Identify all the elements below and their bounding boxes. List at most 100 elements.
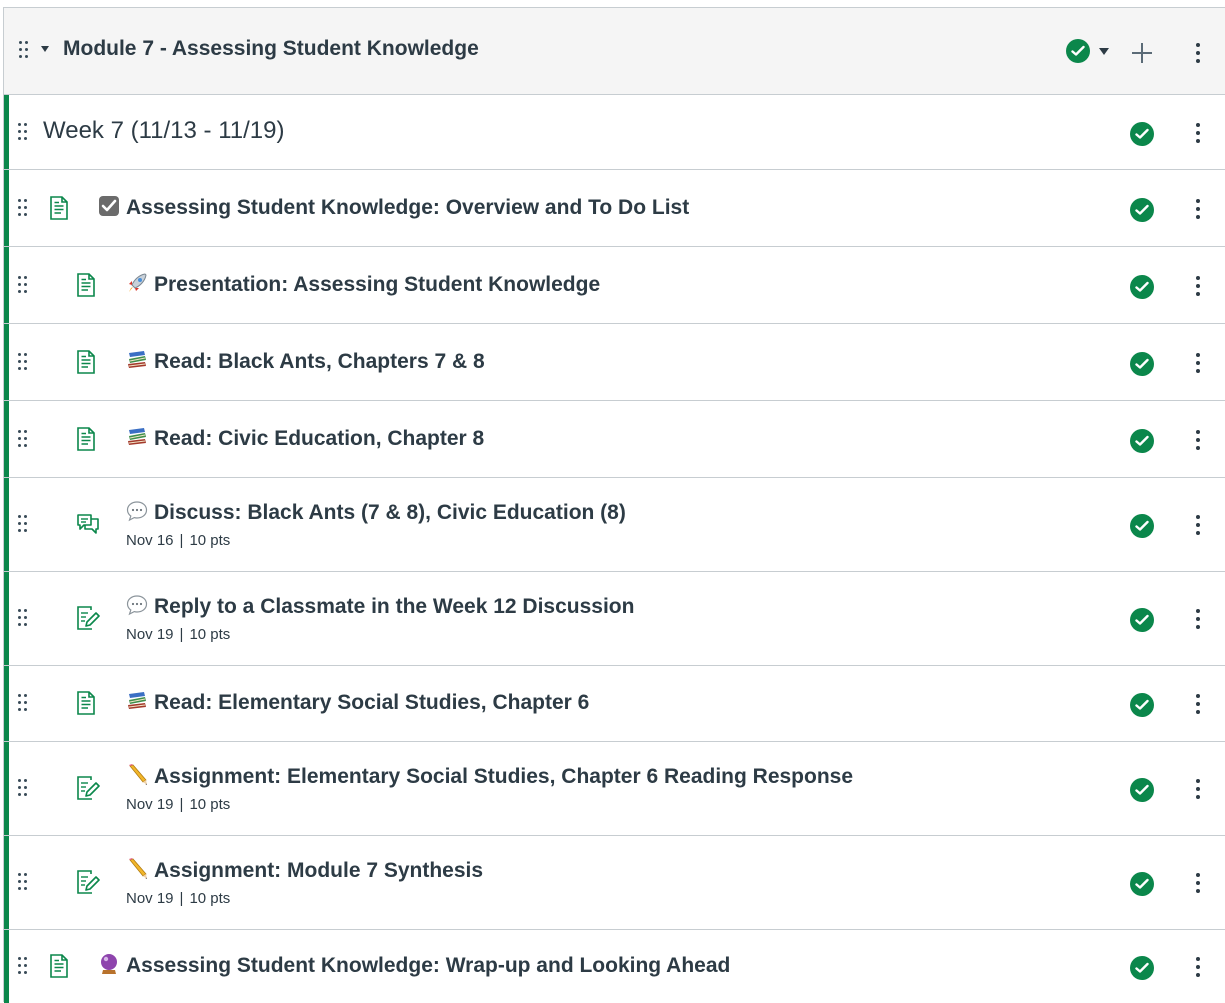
meta-separator: | bbox=[179, 532, 184, 549]
meta-separator: | bbox=[179, 796, 184, 813]
books-emoji bbox=[126, 690, 148, 710]
rocket-emoji bbox=[126, 272, 148, 292]
item-options-kebab-icon[interactable] bbox=[1196, 779, 1200, 799]
item-title-text: Assessing Student Knowledge: Wrap-up and… bbox=[126, 954, 731, 977]
item-title-text: Discuss: Black Ants (7 & 8), Civic Educa… bbox=[154, 501, 626, 524]
published-icon[interactable] bbox=[1130, 956, 1154, 980]
collapse-caret-icon[interactable] bbox=[41, 46, 49, 52]
page-icon bbox=[76, 350, 96, 379]
points-possible: 10 pts bbox=[189, 532, 231, 549]
published-icon[interactable] bbox=[1130, 608, 1154, 632]
module-container: Module 7 - Assessing Student Knowledge W… bbox=[3, 7, 1225, 1003]
published-icon[interactable] bbox=[1130, 778, 1154, 802]
item-title-link[interactable]: Presentation: Assessing Student Knowledg… bbox=[126, 272, 600, 297]
item-title-link[interactable]: Assessing Student Knowledge: Overview an… bbox=[98, 195, 689, 220]
drag-handle-icon[interactable] bbox=[18, 276, 28, 296]
item-title-text: Read: Elementary Social Studies, Chapter… bbox=[154, 691, 590, 714]
item-options-kebab-icon[interactable] bbox=[1196, 694, 1200, 714]
item-details: Nov 19 | 10 pts bbox=[126, 626, 230, 643]
item-title-link[interactable]: Assignment: Elementary Social Studies, C… bbox=[126, 764, 853, 789]
item-details: Nov 16 | 10 pts bbox=[126, 532, 230, 549]
module-item-row[interactable]: Read: Elementary Social Studies, Chapter… bbox=[4, 666, 1225, 742]
points-possible: 10 pts bbox=[189, 890, 231, 907]
published-icon[interactable] bbox=[1066, 39, 1090, 63]
item-title-text: Assignment: Elementary Social Studies, C… bbox=[154, 765, 854, 788]
module-item-row[interactable]: Assignment: Module 7 Synthesis Nov 19 | 10 … bbox=[4, 836, 1225, 930]
add-item-plus-icon[interactable] bbox=[1132, 43, 1152, 63]
drag-handle-icon[interactable] bbox=[18, 430, 28, 450]
drag-handle-icon[interactable] bbox=[18, 199, 28, 219]
due-date: Nov 19 bbox=[126, 890, 174, 907]
drag-handle-icon[interactable] bbox=[18, 873, 28, 893]
item-options-kebab-icon[interactable] bbox=[1196, 430, 1200, 450]
item-title-link[interactable]: Assessing Student Knowledge: Wrap-up and… bbox=[98, 953, 730, 978]
page-icon bbox=[76, 691, 96, 720]
module-item-row[interactable]: Reply to a Classmate in the Week 12 Disc… bbox=[4, 572, 1225, 666]
item-details: Nov 19 | 10 pts bbox=[126, 796, 230, 813]
points-possible: 10 pts bbox=[189, 626, 231, 643]
module-subheader-row[interactable]: Week 7 (11/13 - 11/19) bbox=[4, 95, 1225, 170]
due-date: Nov 19 bbox=[126, 626, 174, 643]
module-item-row[interactable]: Presentation: Assessing Student Knowledg… bbox=[4, 247, 1225, 324]
drag-handle-icon[interactable] bbox=[18, 609, 28, 629]
module-options-kebab-icon[interactable] bbox=[1196, 43, 1200, 63]
item-options-kebab-icon[interactable] bbox=[1196, 276, 1200, 296]
page-icon bbox=[76, 427, 96, 456]
module-header[interactable]: Module 7 - Assessing Student Knowledge bbox=[4, 8, 1225, 95]
books-emoji bbox=[126, 426, 148, 446]
drag-handle-icon[interactable] bbox=[18, 353, 28, 373]
item-options-kebab-icon[interactable] bbox=[1196, 123, 1200, 143]
item-details: Nov 19 | 10 pts bbox=[126, 890, 230, 907]
drag-handle-icon[interactable] bbox=[18, 123, 28, 143]
module-title[interactable]: Module 7 - Assessing Student Knowledge bbox=[63, 37, 479, 61]
item-title-link[interactable]: Read: Elementary Social Studies, Chapter… bbox=[126, 690, 589, 715]
published-icon[interactable] bbox=[1130, 122, 1154, 146]
assignment-icon bbox=[76, 776, 100, 805]
item-options-kebab-icon[interactable] bbox=[1196, 873, 1200, 893]
item-options-kebab-icon[interactable] bbox=[1196, 353, 1200, 373]
module-item-row[interactable]: Assessing Student Knowledge: Wrap-up and… bbox=[4, 930, 1225, 1003]
speech-bubble-emoji bbox=[126, 594, 148, 616]
pencil-emoji bbox=[126, 764, 148, 785]
subheader-title: Week 7 (11/13 - 11/19) bbox=[43, 117, 285, 144]
item-title-text: Assignment: Module 7 Synthesis bbox=[154, 859, 484, 882]
item-options-kebab-icon[interactable] bbox=[1196, 609, 1200, 629]
check-box-emoji bbox=[98, 195, 120, 216]
item-title-link[interactable]: Reply to a Classmate in the Week 12 Disc… bbox=[126, 594, 634, 619]
books-emoji bbox=[126, 349, 148, 369]
module-item-row[interactable]: Read: Civic Education, Chapter 8 bbox=[4, 401, 1225, 478]
points-possible: 10 pts bbox=[189, 796, 231, 813]
published-icon[interactable] bbox=[1130, 198, 1154, 222]
published-icon[interactable] bbox=[1130, 514, 1154, 538]
item-title-text: Read: Civic Education, Chapter 8 bbox=[154, 427, 485, 450]
published-icon[interactable] bbox=[1130, 429, 1154, 453]
drag-handle-icon[interactable] bbox=[18, 957, 28, 977]
meta-separator: | bbox=[179, 890, 184, 907]
published-icon[interactable] bbox=[1130, 872, 1154, 896]
item-title-link[interactable]: Assignment: Module 7 Synthesis bbox=[126, 858, 483, 883]
item-options-kebab-icon[interactable] bbox=[1196, 515, 1200, 535]
due-date: Nov 16 bbox=[126, 532, 174, 549]
item-options-kebab-icon[interactable] bbox=[1196, 199, 1200, 219]
published-icon[interactable] bbox=[1130, 352, 1154, 376]
assignment-icon bbox=[76, 606, 100, 635]
drag-handle-icon[interactable] bbox=[18, 515, 28, 535]
published-icon[interactable] bbox=[1130, 275, 1154, 299]
drag-handle-icon[interactable] bbox=[19, 41, 29, 61]
item-title-link[interactable]: Read: Civic Education, Chapter 8 bbox=[126, 426, 484, 451]
page-icon bbox=[49, 196, 69, 225]
module-item-row[interactable]: Read: Black Ants, Chapters 7 & 8 bbox=[4, 324, 1225, 401]
module-item-row[interactable]: Assessing Student Knowledge: Overview an… bbox=[4, 170, 1225, 247]
item-options-kebab-icon[interactable] bbox=[1196, 957, 1200, 977]
module-item-row[interactable]: Discuss: Black Ants (7 & 8), Civic Educa… bbox=[4, 478, 1225, 572]
published-icon[interactable] bbox=[1130, 693, 1154, 717]
item-title-link[interactable]: Read: Black Ants, Chapters 7 & 8 bbox=[126, 349, 485, 374]
item-title-link[interactable]: Discuss: Black Ants (7 & 8), Civic Educa… bbox=[126, 500, 626, 525]
drag-handle-icon[interactable] bbox=[18, 694, 28, 714]
item-title-text: Read: Black Ants, Chapters 7 & 8 bbox=[154, 350, 485, 373]
publish-menu-chevron-down-icon[interactable] bbox=[1099, 48, 1109, 55]
item-title-text: Reply to a Classmate in the Week 12 Disc… bbox=[154, 595, 635, 618]
due-date: Nov 19 bbox=[126, 796, 174, 813]
module-item-row[interactable]: Assignment: Elementary Social Studies, C… bbox=[4, 742, 1225, 836]
drag-handle-icon[interactable] bbox=[18, 779, 28, 799]
